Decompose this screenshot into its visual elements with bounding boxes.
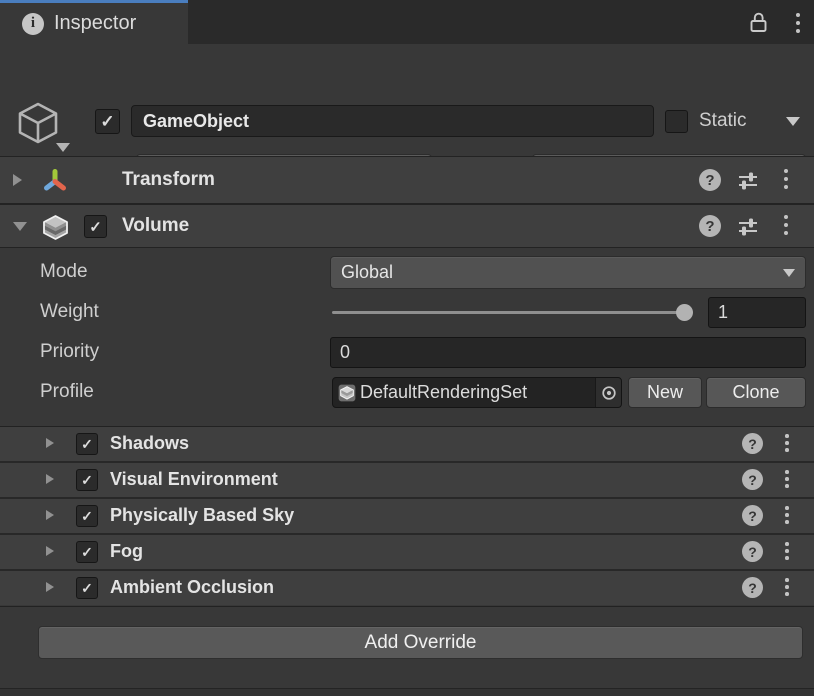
- override-label: Physically Based Sky: [110, 505, 294, 526]
- info-icon: i: [22, 13, 44, 35]
- name-field[interactable]: GameObject: [131, 105, 654, 137]
- transform-title: Transform: [122, 169, 215, 191]
- kebab-menu-icon[interactable]: [785, 506, 789, 524]
- dropdown-arrow-icon: [783, 269, 795, 277]
- profile-value: DefaultRenderingSet: [360, 382, 595, 403]
- override-enabled-checkbox[interactable]: ✓: [76, 469, 98, 491]
- presets-icon[interactable]: [737, 170, 759, 197]
- cube-icon: [15, 100, 61, 151]
- priority-field[interactable]: 0: [330, 337, 806, 368]
- volume-component-header[interactable]: ✓ Volume ?: [0, 204, 814, 248]
- weight-slider[interactable]: [332, 311, 682, 314]
- kebab-menu-icon[interactable]: [785, 578, 789, 596]
- object-picker-icon[interactable]: [595, 378, 621, 407]
- transform-component-header[interactable]: Transform ?: [0, 156, 814, 204]
- help-icon[interactable]: ?: [699, 169, 721, 191]
- new-button[interactable]: New: [628, 377, 702, 408]
- profile-label: Profile: [40, 381, 94, 403]
- help-icon[interactable]: ?: [742, 433, 763, 454]
- transform-icon: [42, 168, 68, 199]
- volume-body: Mode Global Weight 1 Priority 0 Profile …: [0, 248, 814, 426]
- kebab-menu-icon[interactable]: [784, 169, 788, 189]
- foldout-arrow-icon[interactable]: [46, 474, 54, 484]
- kebab-menu-icon[interactable]: [784, 215, 788, 235]
- weight-slider-thumb[interactable]: [676, 304, 693, 321]
- help-icon[interactable]: ?: [742, 505, 763, 526]
- override-list: ✓ Shadows ? ✓ Visual Environment ? ✓ Phy…: [0, 426, 814, 605]
- inspector-panel: i Inspector ✓ GameObject Static Tag Unta…: [0, 0, 814, 696]
- override-enabled-checkbox[interactable]: ✓: [76, 541, 98, 563]
- tab-bar: i Inspector: [0, 0, 814, 44]
- priority-label: Priority: [40, 341, 99, 363]
- override-enabled-checkbox[interactable]: ✓: [76, 577, 98, 599]
- foldout-arrow-icon[interactable]: [13, 222, 27, 231]
- active-checkbox[interactable]: ✓: [95, 109, 120, 134]
- override-row-physically-based-sky[interactable]: ✓ Physically Based Sky ?: [0, 499, 814, 533]
- help-icon[interactable]: ?: [699, 215, 721, 237]
- mode-dropdown[interactable]: Global: [330, 256, 806, 289]
- static-dropdown-arrow-icon[interactable]: [786, 117, 800, 126]
- foldout-arrow-icon[interactable]: [46, 546, 54, 556]
- tab-inspector[interactable]: i Inspector: [0, 0, 188, 44]
- foldout-arrow-icon[interactable]: [46, 510, 54, 520]
- override-label: Shadows: [110, 433, 189, 454]
- override-row-visual-environment[interactable]: ✓ Visual Environment ?: [0, 463, 814, 497]
- panel-bottom-strip: [0, 688, 814, 696]
- presets-icon[interactable]: [737, 216, 759, 243]
- foldout-arrow-icon[interactable]: [13, 174, 22, 186]
- kebab-menu-icon[interactable]: [785, 470, 789, 488]
- weight-value-field[interactable]: 1: [708, 297, 806, 328]
- help-icon[interactable]: ?: [742, 577, 763, 598]
- profile-object-field[interactable]: DefaultRenderingSet: [332, 377, 622, 408]
- volume-footer: Add Override: [0, 606, 814, 688]
- profile-asset-icon: [338, 384, 356, 402]
- foldout-arrow-icon[interactable]: [46, 582, 54, 592]
- override-row-fog[interactable]: ✓ Fog ?: [0, 535, 814, 569]
- foldout-arrow-icon[interactable]: [46, 438, 54, 448]
- kebab-menu-icon[interactable]: [796, 13, 800, 33]
- static-checkbox[interactable]: [665, 110, 688, 133]
- gameobject-header: ✓ GameObject Static Tag Untagged Layer D…: [0, 44, 814, 154]
- volume-icon: [42, 214, 69, 246]
- mode-label: Mode: [40, 261, 88, 283]
- override-enabled-checkbox[interactable]: ✓: [76, 505, 98, 527]
- override-enabled-checkbox[interactable]: ✓: [76, 433, 98, 455]
- static-label: Static: [699, 110, 747, 132]
- icon-dropdown-arrow-icon[interactable]: [56, 143, 70, 152]
- help-icon[interactable]: ?: [742, 541, 763, 562]
- volume-enabled-checkbox[interactable]: ✓: [84, 215, 107, 238]
- tab-title: Inspector: [54, 12, 136, 35]
- override-row-shadows[interactable]: ✓ Shadows ?: [0, 427, 814, 461]
- override-label: Fog: [110, 541, 143, 562]
- help-icon[interactable]: ?: [742, 469, 763, 490]
- add-override-button[interactable]: Add Override: [38, 626, 803, 659]
- kebab-menu-icon[interactable]: [785, 542, 789, 560]
- override-row-ambient-occlusion[interactable]: ✓ Ambient Occlusion ?: [0, 571, 814, 605]
- volume-title: Volume: [122, 215, 189, 237]
- clone-button[interactable]: Clone: [706, 377, 806, 408]
- override-label: Ambient Occlusion: [110, 577, 274, 598]
- mode-value: Global: [341, 262, 393, 283]
- lock-open-icon[interactable]: [746, 10, 770, 34]
- weight-label: Weight: [40, 301, 99, 323]
- kebab-menu-icon[interactable]: [785, 434, 789, 452]
- override-label: Visual Environment: [110, 469, 278, 490]
